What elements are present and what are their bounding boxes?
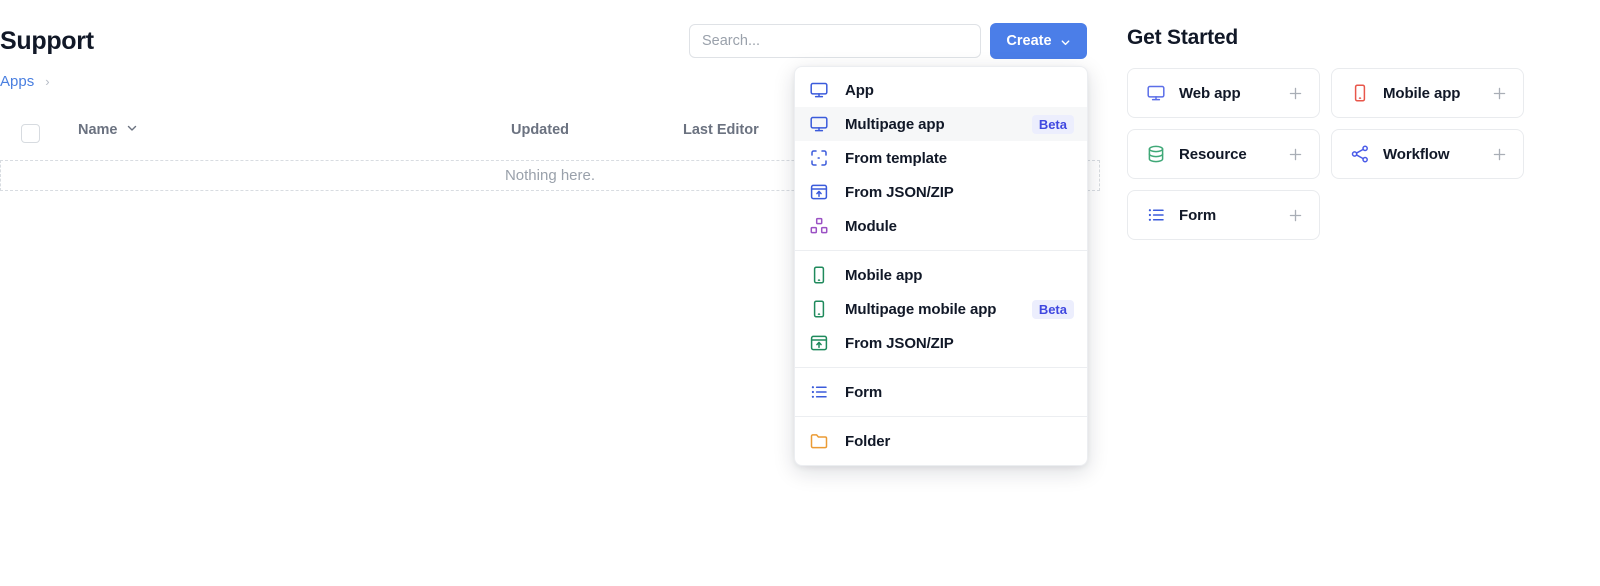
- app-root: Support Apps › Create Name Updated Last …: [0, 0, 1600, 586]
- chevron-down-icon: [1060, 36, 1071, 47]
- get-started-card-grid: Web app Mobile app Resource Workflow Form: [1127, 68, 1524, 240]
- plus-icon[interactable]: [1288, 86, 1303, 101]
- search-input[interactable]: [689, 24, 981, 58]
- chevron-down-icon: [126, 122, 138, 138]
- upload-box-icon: [809, 333, 829, 353]
- create-menu-item-from-json-zip[interactable]: From JSON/ZIP: [795, 326, 1087, 360]
- get-started-card-label: Web app: [1179, 85, 1241, 102]
- monitor-icon: [1146, 83, 1166, 103]
- get-started-card-resource[interactable]: Resource: [1127, 129, 1320, 179]
- column-header-last-editor[interactable]: Last Editor: [683, 122, 759, 138]
- get-started-card-web-app[interactable]: Web app: [1127, 68, 1320, 118]
- create-menu-group: Folder: [795, 416, 1087, 465]
- create-button-label: Create: [1006, 33, 1051, 49]
- beta-badge: Beta: [1032, 300, 1074, 319]
- create-menu-item-label: Folder: [845, 433, 890, 450]
- column-header-updated[interactable]: Updated: [511, 122, 569, 138]
- folder-icon: [809, 431, 829, 451]
- plus-icon[interactable]: [1288, 208, 1303, 223]
- plus-icon[interactable]: [1492, 147, 1507, 162]
- create-menu-item-label: Multipage mobile app: [845, 301, 996, 318]
- beta-badge: Beta: [1032, 115, 1074, 134]
- create-menu-item-mobile-app[interactable]: Mobile app: [795, 258, 1087, 292]
- get-started-card-form[interactable]: Form: [1127, 190, 1320, 240]
- create-menu-item-form[interactable]: Form: [795, 375, 1087, 409]
- create-menu-item-from-json-zip[interactable]: From JSON/ZIP: [795, 175, 1087, 209]
- table-header-row: Name Updated Last Editor: [0, 122, 800, 152]
- create-menu-item-label: From template: [845, 150, 947, 167]
- create-menu-item-module[interactable]: Module: [795, 209, 1087, 243]
- plus-icon[interactable]: [1288, 147, 1303, 162]
- monitor-icon: [809, 80, 829, 100]
- form-list-icon: [1146, 205, 1166, 225]
- create-menu-item-app[interactable]: App: [795, 73, 1087, 107]
- module-grid-icon: [809, 216, 829, 236]
- create-menu-item-label: From JSON/ZIP: [845, 335, 954, 352]
- create-menu-item-multipage-mobile-app[interactable]: Multipage mobile app Beta: [795, 292, 1087, 326]
- column-header-name-label: Name: [78, 122, 118, 138]
- mobile-phone-icon: [809, 265, 829, 285]
- mobile-phone-icon: [809, 299, 829, 319]
- apps-main-column: Support Apps › Create Name Updated Last …: [0, 0, 1100, 586]
- column-header-name[interactable]: Name: [78, 122, 138, 138]
- create-menu-item-label: Form: [845, 384, 882, 401]
- template-frame-icon: [809, 148, 829, 168]
- get-started-card-label: Workflow: [1383, 146, 1449, 163]
- create-menu-item-label: Mobile app: [845, 267, 922, 284]
- plus-icon[interactable]: [1492, 86, 1507, 101]
- create-menu-item-label: Multipage app: [845, 116, 945, 133]
- page-title: Support: [0, 27, 94, 56]
- create-menu-item-label: From JSON/ZIP: [845, 184, 954, 201]
- empty-state-text: Nothing here.: [505, 167, 595, 184]
- create-menu-item-label: App: [845, 82, 874, 99]
- get-started-card-label: Form: [1179, 207, 1216, 224]
- upload-box-icon: [809, 182, 829, 202]
- get-started-title: Get Started: [1127, 26, 1238, 50]
- monitor-icon: [809, 114, 829, 134]
- database-icon: [1146, 144, 1166, 164]
- create-menu-item-folder[interactable]: Folder: [795, 424, 1087, 458]
- create-menu-item-from-template[interactable]: From template: [795, 141, 1087, 175]
- share-nodes-icon: [1350, 144, 1370, 164]
- form-list-icon: [809, 382, 829, 402]
- get-started-card-label: Resource: [1179, 146, 1247, 163]
- create-menu-item-label: Module: [845, 218, 897, 235]
- breadcrumb: Apps ›: [0, 73, 50, 90]
- select-all-checkbox[interactable]: [21, 124, 40, 143]
- get-started-card-mobile-app[interactable]: Mobile app: [1331, 68, 1524, 118]
- get-started-card-workflow[interactable]: Workflow: [1331, 129, 1524, 179]
- create-menu-group: App Multipage app Beta From template From JS…: [795, 73, 1087, 250]
- mobile-phone-icon: [1350, 83, 1370, 103]
- chevron-right-icon: ›: [45, 75, 49, 88]
- create-button[interactable]: Create: [990, 23, 1087, 59]
- get-started-card-label: Mobile app: [1383, 85, 1460, 102]
- create-menu-group: Form: [795, 367, 1087, 416]
- create-menu-item-multipage-app[interactable]: Multipage app Beta: [795, 107, 1087, 141]
- create-dropdown-menu: App Multipage app Beta From template From JS…: [794, 66, 1088, 466]
- breadcrumb-item-apps[interactable]: Apps: [0, 73, 34, 90]
- create-menu-group: Mobile app Multipage mobile app Beta From J…: [795, 250, 1087, 367]
